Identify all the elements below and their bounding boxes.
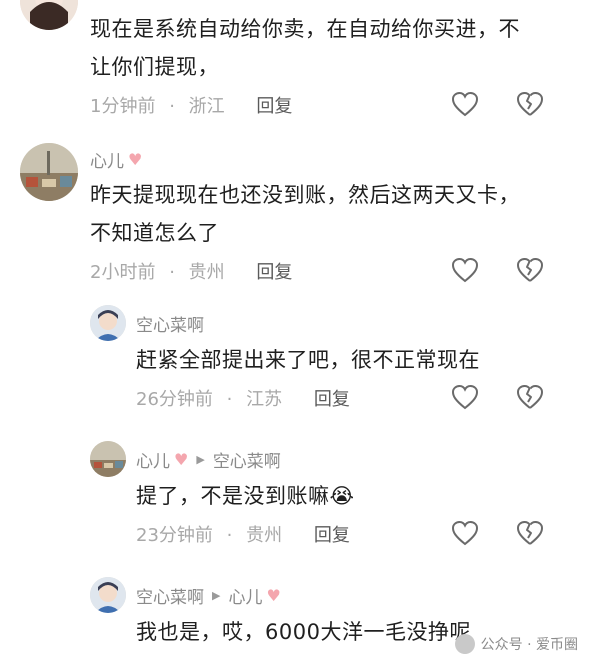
comment-text: 赶紧全部提出来了吧，很不正常现在	[136, 348, 480, 372]
comment-location: 贵州	[246, 525, 283, 546]
comment-author[interactable]: 心儿 ♥ ▶ 空心菜啊	[136, 447, 281, 472]
crying-emoji: 😭	[329, 484, 355, 508]
heart-outline-icon[interactable]	[451, 257, 479, 283]
comment-text: 现在是系统自动给你卖，在自动给你买进，不让你们提现，	[90, 17, 520, 79]
avatar-image	[20, 143, 78, 201]
comment-time: 1分钟前	[90, 96, 156, 117]
author-name: 空心菜啊	[136, 316, 204, 336]
pink-heart-emoji: ♥	[128, 150, 143, 169]
reply-arrow-icon: ▶	[212, 589, 221, 602]
pink-heart-emoji: ♥	[174, 450, 189, 469]
comment-author[interactable]: 心儿 ♥	[90, 147, 142, 172]
avatar-image	[20, 0, 78, 30]
comment-location: 江苏	[246, 389, 283, 410]
comment-meta: 23分钟前 · 贵州 回复	[136, 521, 358, 547]
reply-button[interactable]: 回复	[314, 525, 350, 546]
comment-location: 浙江	[188, 96, 225, 117]
comment-text: 提了，不是没到账嘛😭	[136, 477, 536, 515]
reply-to-name[interactable]: 心儿	[228, 583, 262, 608]
author-name: 心儿	[136, 452, 170, 472]
heart-outline-icon[interactable]	[451, 384, 479, 410]
pink-heart-emoji: ♥	[266, 586, 281, 605]
comment-text: 昨天提现现在也还没到账，然后这两天又卡，不知道怎么了	[90, 183, 520, 245]
separator: ·	[169, 262, 175, 283]
author-name: 心儿	[90, 152, 124, 172]
avatar[interactable]	[90, 305, 126, 341]
comment-location: 贵州	[188, 262, 225, 283]
comment-meta: 2小时前 · 贵州 回复	[90, 258, 300, 284]
watermark: 公众号 · 爱币圈	[454, 634, 578, 654]
heart-outline-icon[interactable]	[451, 91, 479, 117]
avatar[interactable]	[90, 577, 126, 613]
avatar-image	[90, 305, 126, 341]
reply-to-name[interactable]: 空心菜啊	[213, 447, 281, 472]
avatar[interactable]	[20, 143, 78, 201]
comment-time: 2小时前	[90, 262, 156, 283]
wechat-official-account-icon	[454, 634, 475, 654]
separator: ·	[226, 525, 233, 546]
watermark-text: 公众号 · 爱币圈	[480, 637, 578, 653]
broken-heart-icon[interactable]	[516, 257, 544, 283]
comment-meta: 1分钟前 · 浙江 回复	[90, 92, 300, 118]
avatar-image	[90, 577, 126, 613]
avatar-image	[90, 441, 126, 477]
reply-button[interactable]: 回复	[256, 262, 292, 283]
reply-arrow-icon: ▶	[196, 453, 205, 466]
comment-time: 26分钟前	[136, 389, 213, 410]
author-name: 空心菜啊	[136, 588, 204, 608]
separator: ·	[169, 96, 175, 117]
avatar[interactable]	[90, 441, 126, 477]
broken-heart-icon[interactable]	[516, 384, 544, 410]
comment-meta: 26分钟前 · 江苏 回复	[136, 385, 358, 411]
separator: ·	[226, 389, 233, 410]
comment-text-content: 提了，不是没到账嘛	[136, 484, 330, 508]
avatar[interactable]	[20, 0, 78, 30]
broken-heart-icon[interactable]	[516, 520, 544, 546]
reply-button[interactable]: 回复	[256, 96, 292, 117]
heart-outline-icon[interactable]	[451, 520, 479, 546]
comment-time: 23分钟前	[136, 525, 213, 546]
comment-author[interactable]: 空心菜啊	[136, 311, 204, 336]
comment-author[interactable]: 空心菜啊 ▶ 心儿 ♥	[136, 583, 281, 608]
reply-button[interactable]: 回复	[314, 389, 350, 410]
broken-heart-icon[interactable]	[516, 91, 544, 117]
